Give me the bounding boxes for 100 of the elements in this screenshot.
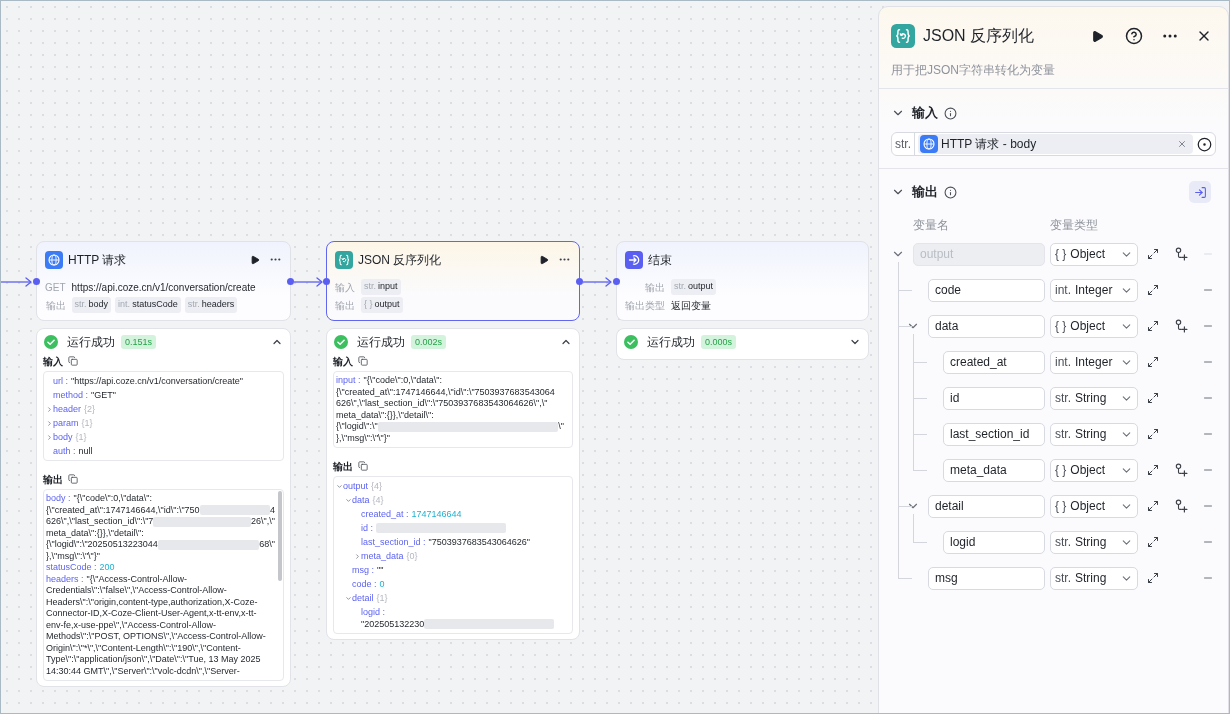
- expand-icon[interactable]: [1147, 356, 1159, 368]
- play-icon[interactable]: [539, 254, 549, 265]
- json-key: headers :: [46, 573, 84, 585]
- target-icon[interactable]: [1197, 136, 1212, 152]
- redaction-blur: [199, 505, 270, 516]
- variable-tag: str. output: [671, 279, 717, 295]
- variable-reference-field[interactable]: str. HTTP 请求 - body: [891, 132, 1216, 156]
- json-value: null: [78, 445, 93, 457]
- row-label: 输出: [45, 298, 66, 313]
- chevron-right-icon[interactable]: [46, 433, 53, 441]
- column-header: 变量名: [913, 217, 949, 234]
- help-icon[interactable]: [1125, 27, 1143, 45]
- json-value: "7503937683543064626": [428, 536, 531, 548]
- expand-icon[interactable]: [1147, 392, 1159, 404]
- connector-arrow: [583, 277, 612, 287]
- expand-icon[interactable]: [1147, 428, 1159, 440]
- json-key[interactable]: body: [53, 431, 73, 443]
- section-label: 输入: [333, 354, 353, 369]
- variable-chip[interactable]: HTTP 请求 - body: [918, 134, 1193, 154]
- row-label: 输入: [335, 280, 355, 295]
- json-key[interactable]: detail: [352, 592, 374, 604]
- json-key[interactable]: header: [53, 403, 82, 415]
- node-value: 返回变量: [671, 298, 711, 313]
- json-value: 626\",\"last_section_id\":\"7: [46, 516, 154, 528]
- json-value: {\"logid\":\"20250513223044: [46, 539, 158, 551]
- expand-icon[interactable]: [1147, 500, 1159, 512]
- json-value: 200: [99, 562, 115, 574]
- json-key: statusCode :: [46, 562, 97, 574]
- column-header: 变量类型: [1050, 217, 1098, 234]
- chevron-right-icon[interactable]: [46, 419, 53, 427]
- run-status: 运行成功: [67, 333, 115, 351]
- add-child-icon[interactable]: [1174, 247, 1188, 261]
- expand-icon[interactable]: [1147, 572, 1159, 584]
- connector-arrow: [294, 277, 323, 287]
- json-value: 1747146644: [411, 508, 462, 520]
- expand-icon[interactable]: [1147, 464, 1159, 476]
- add-child-icon[interactable]: [1174, 319, 1188, 333]
- variable-tag: str. input: [361, 279, 401, 295]
- json-key: last_section_id :: [361, 536, 426, 548]
- json-key[interactable]: meta_data: [361, 550, 404, 562]
- workflow-node[interactable]: 结束 输出 str. output 输出类型 返回变量: [616, 241, 869, 321]
- node-title: 结束: [648, 251, 672, 269]
- section-label: 输出: [333, 459, 353, 474]
- variable-tag: str. headers: [184, 297, 238, 313]
- json-key[interactable]: data: [352, 494, 370, 506]
- json-key: input :: [336, 375, 361, 387]
- success-check-icon: [334, 334, 348, 349]
- json-value: 0: [379, 578, 385, 590]
- json-key: msg :: [352, 564, 374, 576]
- add-child-icon[interactable]: [1174, 463, 1188, 477]
- node-title: JSON 反序列化: [358, 251, 442, 269]
- globe-icon: [45, 250, 63, 269]
- json-value: Headers\":\"origin,content-type,authorization,X-Coze-: [46, 596, 258, 608]
- json-value: 68\": [259, 539, 275, 551]
- scrollbar-thumb[interactable]: [278, 491, 282, 581]
- chevron-right-icon[interactable]: [354, 552, 361, 560]
- variable-tag: int. statusCode: [115, 297, 181, 313]
- json-value: },\"msg\":\"\"}": [336, 432, 390, 444]
- json-key[interactable]: output: [343, 480, 369, 492]
- copy-icon[interactable]: [68, 356, 78, 366]
- json-key: auth :: [53, 445, 76, 457]
- duration-badge: 0.000s: [701, 334, 737, 349]
- workflow-node[interactable]: HTTP 请求 GET https://api.coze.cn/v1/conversation/create 输出 str. body int. statusCode str. headers: [36, 241, 291, 321]
- chevron-right-icon[interactable]: [46, 405, 53, 413]
- item-count: {1}: [376, 592, 388, 604]
- braces-icon: [891, 24, 915, 48]
- info-icon[interactable]: [944, 106, 957, 120]
- clear-icon[interactable]: [1177, 139, 1187, 149]
- add-child-icon[interactable]: [1174, 499, 1188, 513]
- copy-icon[interactable]: [68, 474, 78, 484]
- run-status: 运行成功: [647, 333, 695, 351]
- item-count: {0}: [406, 550, 418, 562]
- json-value: "": [377, 564, 384, 576]
- run-status: 运行成功: [357, 333, 405, 351]
- json-value: "{\"code\":0,\"data\":: [73, 493, 153, 505]
- panel-description: 用于把JSON字符串转化为变量: [891, 63, 1055, 77]
- expand-icon[interactable]: [1147, 320, 1159, 332]
- json-value: "202505132230: [361, 618, 425, 630]
- json-value: {\"created_at\":1747146644,\"id\":\"750: [46, 504, 200, 516]
- copy-icon[interactable]: [358, 356, 368, 366]
- json-key[interactable]: param: [53, 417, 79, 429]
- json-value: "https://api.coze.cn/v1/conversation/create": [71, 375, 243, 387]
- json-key: method :: [53, 389, 89, 401]
- json-value: Credentials\":\"false\",\"Access-Control-Allow-: [46, 585, 227, 597]
- json-key: code :: [352, 578, 377, 590]
- expand-icon[interactable]: [1147, 284, 1159, 296]
- item-count: {2}: [84, 403, 96, 415]
- variable-source: HTTP 请求 - body: [941, 136, 1037, 153]
- import-button[interactable]: [1189, 181, 1211, 203]
- expand-icon[interactable]: [1147, 248, 1159, 260]
- section-label: 输出: [43, 472, 63, 487]
- connector-arrow: [1, 277, 32, 287]
- info-icon[interactable]: [944, 185, 957, 199]
- expand-icon[interactable]: [1147, 536, 1159, 548]
- workflow-node[interactable]: JSON 反序列化 输入 str. input 输出 { } output: [326, 241, 580, 321]
- json-key: id :: [361, 522, 373, 534]
- play-icon[interactable]: [250, 254, 260, 265]
- copy-icon[interactable]: [358, 461, 368, 471]
- play-icon[interactable]: [1091, 29, 1104, 43]
- item-count: {1}: [75, 431, 87, 443]
